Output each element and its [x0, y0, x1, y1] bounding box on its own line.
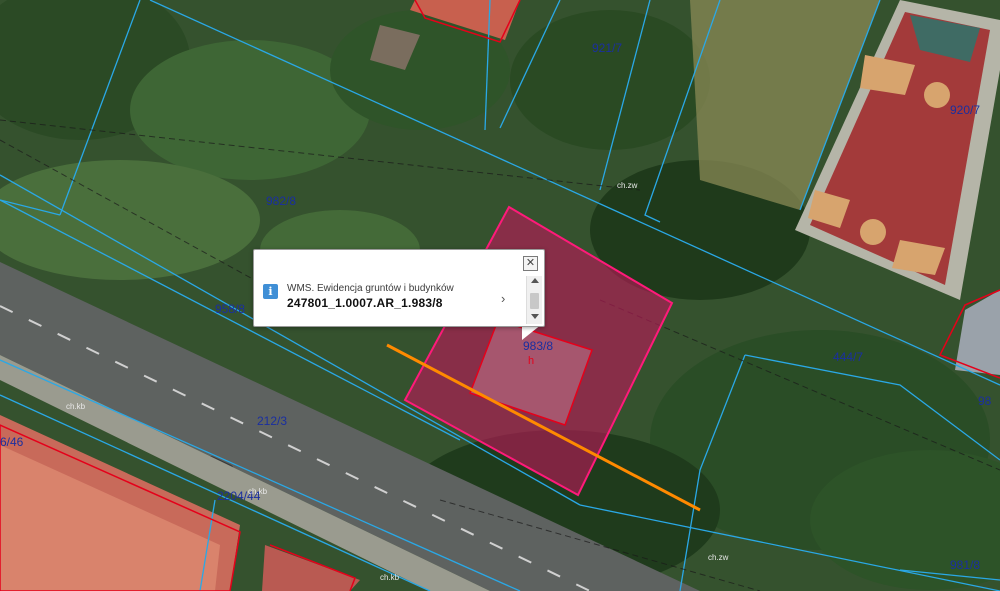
parcel-label-921-7: 921/7 [592, 41, 622, 55]
landuse-label: ch.kb [66, 402, 86, 411]
feature-id[interactable]: 247801_1.0007.AR_1.983/8 [287, 296, 443, 310]
next-feature-icon[interactable]: › [501, 291, 505, 306]
parcel-label-958-8: 958/8 [215, 302, 245, 316]
parcel-label-6-46: 6/46 [0, 435, 24, 449]
feature-info-popup: ✕ i WMS. Ewidencja gruntów i budynków 24… [253, 249, 545, 327]
landuse-label: ch.kb [380, 573, 400, 582]
parcel-label-98: 98 [978, 394, 992, 408]
parcel-label-444-7: 444/7 [833, 350, 863, 364]
layer-name: WMS. Ewidencja gruntów i budynków [287, 283, 454, 294]
parcel-label-982-8: 982/8 [266, 194, 296, 208]
parcel-label-212-3: 212/3 [257, 414, 287, 428]
scroll-thumb[interactable] [530, 293, 539, 309]
landuse-label: ch.zw [617, 181, 638, 190]
landuse-label: ch.zw [708, 553, 729, 562]
info-icon: i [263, 284, 278, 299]
landuse-label: ch.kb [248, 487, 268, 496]
parcel-label-983-8: 983/8 [523, 339, 553, 353]
close-button[interactable]: ✕ [523, 256, 538, 271]
popup-scrollbar[interactable] [526, 276, 542, 324]
scroll-up-icon[interactable] [531, 278, 539, 283]
building-marker: h [528, 355, 534, 367]
parcel-label-920-7: 920/7 [950, 103, 980, 117]
scroll-down-icon[interactable] [531, 314, 539, 319]
parcel-label-981-8: 981/8 [950, 558, 980, 572]
